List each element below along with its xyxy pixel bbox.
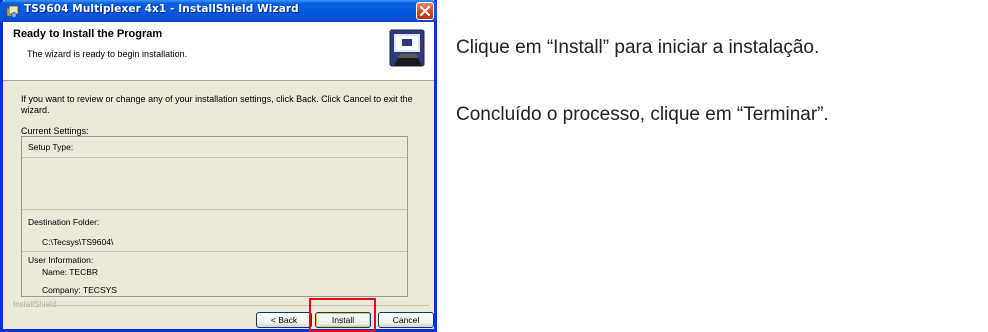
user-information-label: User Information: [28, 255, 94, 265]
installer-icon [6, 4, 20, 18]
instruction-text: If you want to review or change any of y… [21, 94, 413, 115]
settings-summary-box[interactable]: Setup Type: Destination Folder: C:\Tecsy… [21, 136, 408, 297]
page-subtitle: The wizard is ready to begin installatio… [27, 49, 188, 59]
divider [22, 251, 407, 252]
back-button[interactable]: < Back [256, 312, 312, 328]
page-title: Ready to Install the Program [13, 28, 163, 40]
destination-folder-value: C:\Tecsys\TS9604\ [42, 237, 114, 247]
company-line: Company: TECSYS [42, 285, 117, 295]
computer-install-icon [388, 28, 428, 72]
destination-folder-label: Destination Folder: [28, 217, 100, 227]
install-highlight-box [309, 298, 376, 332]
divider [22, 209, 407, 210]
instruction-line-1: Clique em “Install” para iniciar a insta… [456, 37, 820, 58]
wizard-header: Ready to Install the Program The wizard … [3, 22, 434, 81]
user-name-line: Name: TECBR [42, 267, 99, 277]
setup-type-label: Setup Type: [28, 142, 74, 152]
cancel-button[interactable]: Cancel [378, 312, 434, 328]
instruction-line-2: Concluído o processo, clique em “Termina… [456, 104, 829, 125]
installshield-wizard-window: TS9604 Multiplexer 4x1 - InstallShield W… [0, 0, 437, 332]
window-title: TS9604 Multiplexer 4x1 - InstallShield W… [24, 3, 299, 15]
divider [22, 157, 407, 158]
title-bar[interactable]: TS9604 Multiplexer 4x1 - InstallShield W… [0, 0, 437, 22]
current-settings-label: Current Settings: [21, 126, 89, 136]
close-icon[interactable] [416, 2, 434, 20]
